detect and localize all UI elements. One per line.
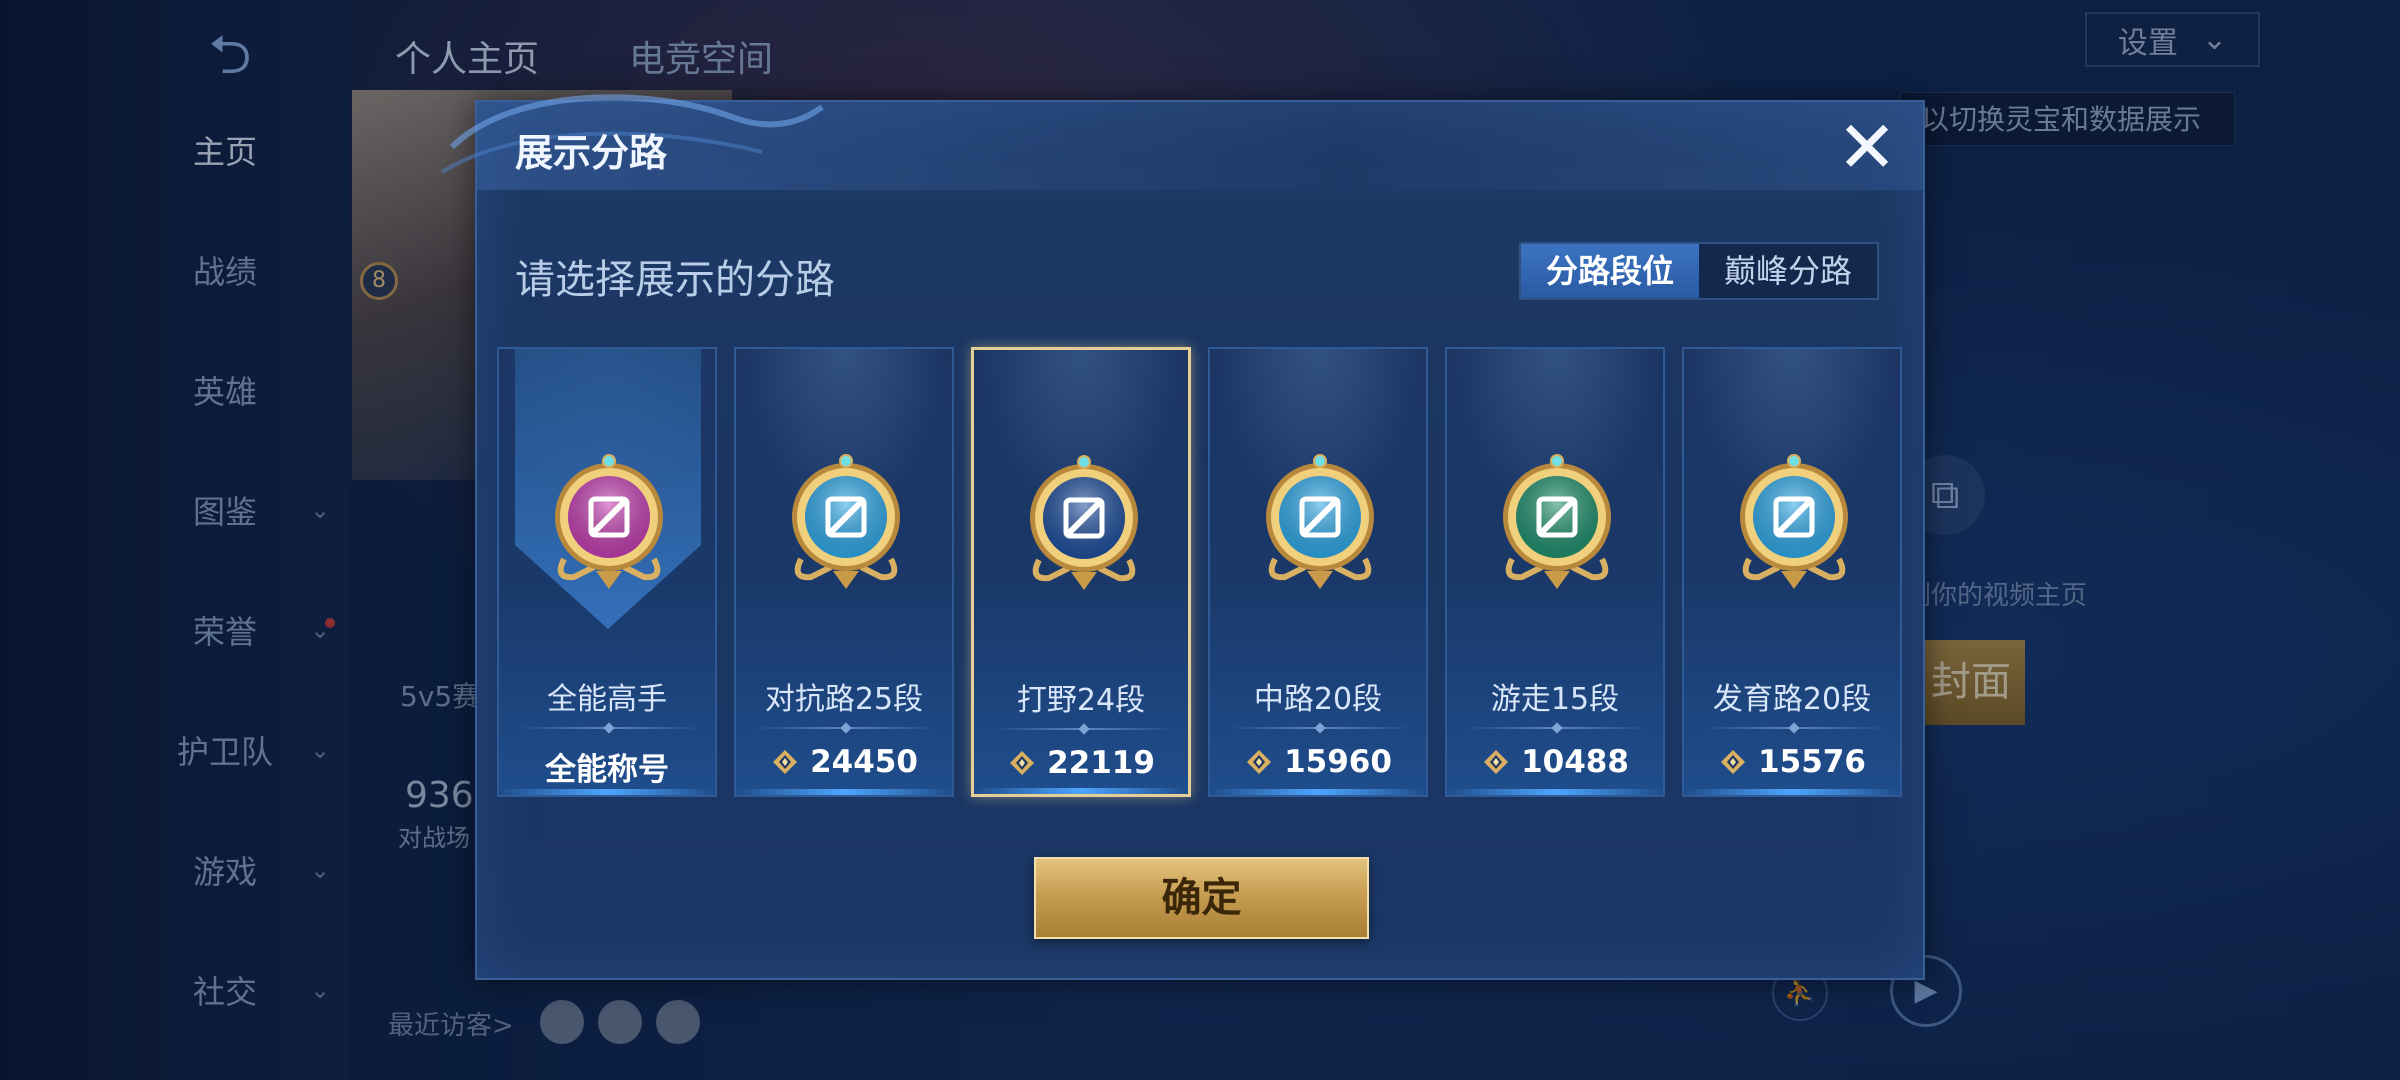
lane-card[interactable]: 全能高手 全能称号 [497, 347, 717, 797]
peak-score-icon [1010, 751, 1035, 775]
card-divider [517, 727, 701, 729]
close-icon[interactable]: ✕ [1832, 111, 1902, 184]
farm-lane-emblem-icon [1729, 449, 1859, 599]
lane-card-score: 15960 [1284, 744, 1392, 780]
dialog-title: 展示分路 [515, 131, 668, 175]
all-rounder-emblem-icon [544, 449, 674, 599]
dialog-subtitle: 请选择展示的分路 [515, 257, 835, 303]
lane-card-value: 15576 [1684, 744, 1900, 780]
card-divider [1465, 727, 1649, 729]
card-divider [1228, 727, 1412, 729]
mid-lane-emblem-icon [1255, 449, 1385, 599]
peak-score-icon [773, 750, 798, 774]
toggle-peak-lane[interactable]: 巅峰分路 [1699, 244, 1877, 298]
lane-card-list: 全能高手 全能称号 对抗路25段 24450 打野24段 22119 中路20段 15960 游… [497, 347, 1907, 797]
roam-emblem-icon [1492, 449, 1622, 599]
lane-mode-toggle: 分路段位 巅峰分路 [1519, 242, 1879, 300]
card-divider [992, 728, 1176, 730]
lane-card-score: 全能称号 [545, 752, 669, 788]
peak-score-icon [1721, 750, 1746, 774]
lane-card[interactable]: 游走15段 10488 [1445, 347, 1665, 797]
lane-card-label: 中路20段 [1253, 682, 1383, 717]
lane-card-label: 全能高手 [547, 682, 667, 717]
peak-score-icon [1247, 750, 1272, 774]
toggle-lane-rank[interactable]: 分路段位 [1521, 244, 1699, 298]
lane-card[interactable]: 中路20段 15960 [1208, 347, 1428, 797]
lane-card-value: 10488 [1447, 744, 1663, 780]
lane-card-score: 22119 [1047, 745, 1155, 781]
lane-display-dialog: 展示分路 ✕ 请选择展示的分路 分路段位 巅峰分路 全能高手 全能称号 对抗路25段… [440, 94, 1925, 980]
lane-card[interactable]: 发育路20段 15576 [1682, 347, 1902, 797]
lane-card-score: 10488 [1521, 744, 1629, 780]
lane-card-value: 全能称号 [499, 744, 715, 789]
lane-card-score: 15576 [1758, 744, 1866, 780]
lane-card[interactable]: 打野24段 22119 [971, 347, 1191, 797]
lane-card-label: 发育路20段 [1712, 682, 1872, 717]
lane-card[interactable]: 对抗路25段 24450 [734, 347, 954, 797]
lane-card-score: 24450 [810, 744, 918, 780]
confirm-button[interactable]: 确定 [1034, 857, 1369, 939]
lane-card-label: 对抗路25段 [764, 682, 924, 717]
lane-card-value: 15960 [1210, 744, 1426, 780]
lane-card-value: 22119 [974, 745, 1188, 781]
lane-card-label: 游走15段 [1490, 682, 1620, 717]
jungle-emblem-icon [1019, 450, 1149, 600]
card-divider [1702, 727, 1886, 729]
clash-lane-emblem-icon [781, 449, 911, 599]
card-divider [754, 727, 938, 729]
lane-card-value: 24450 [736, 744, 952, 780]
peak-score-icon [1484, 750, 1509, 774]
lane-card-label: 打野24段 [1016, 683, 1146, 718]
